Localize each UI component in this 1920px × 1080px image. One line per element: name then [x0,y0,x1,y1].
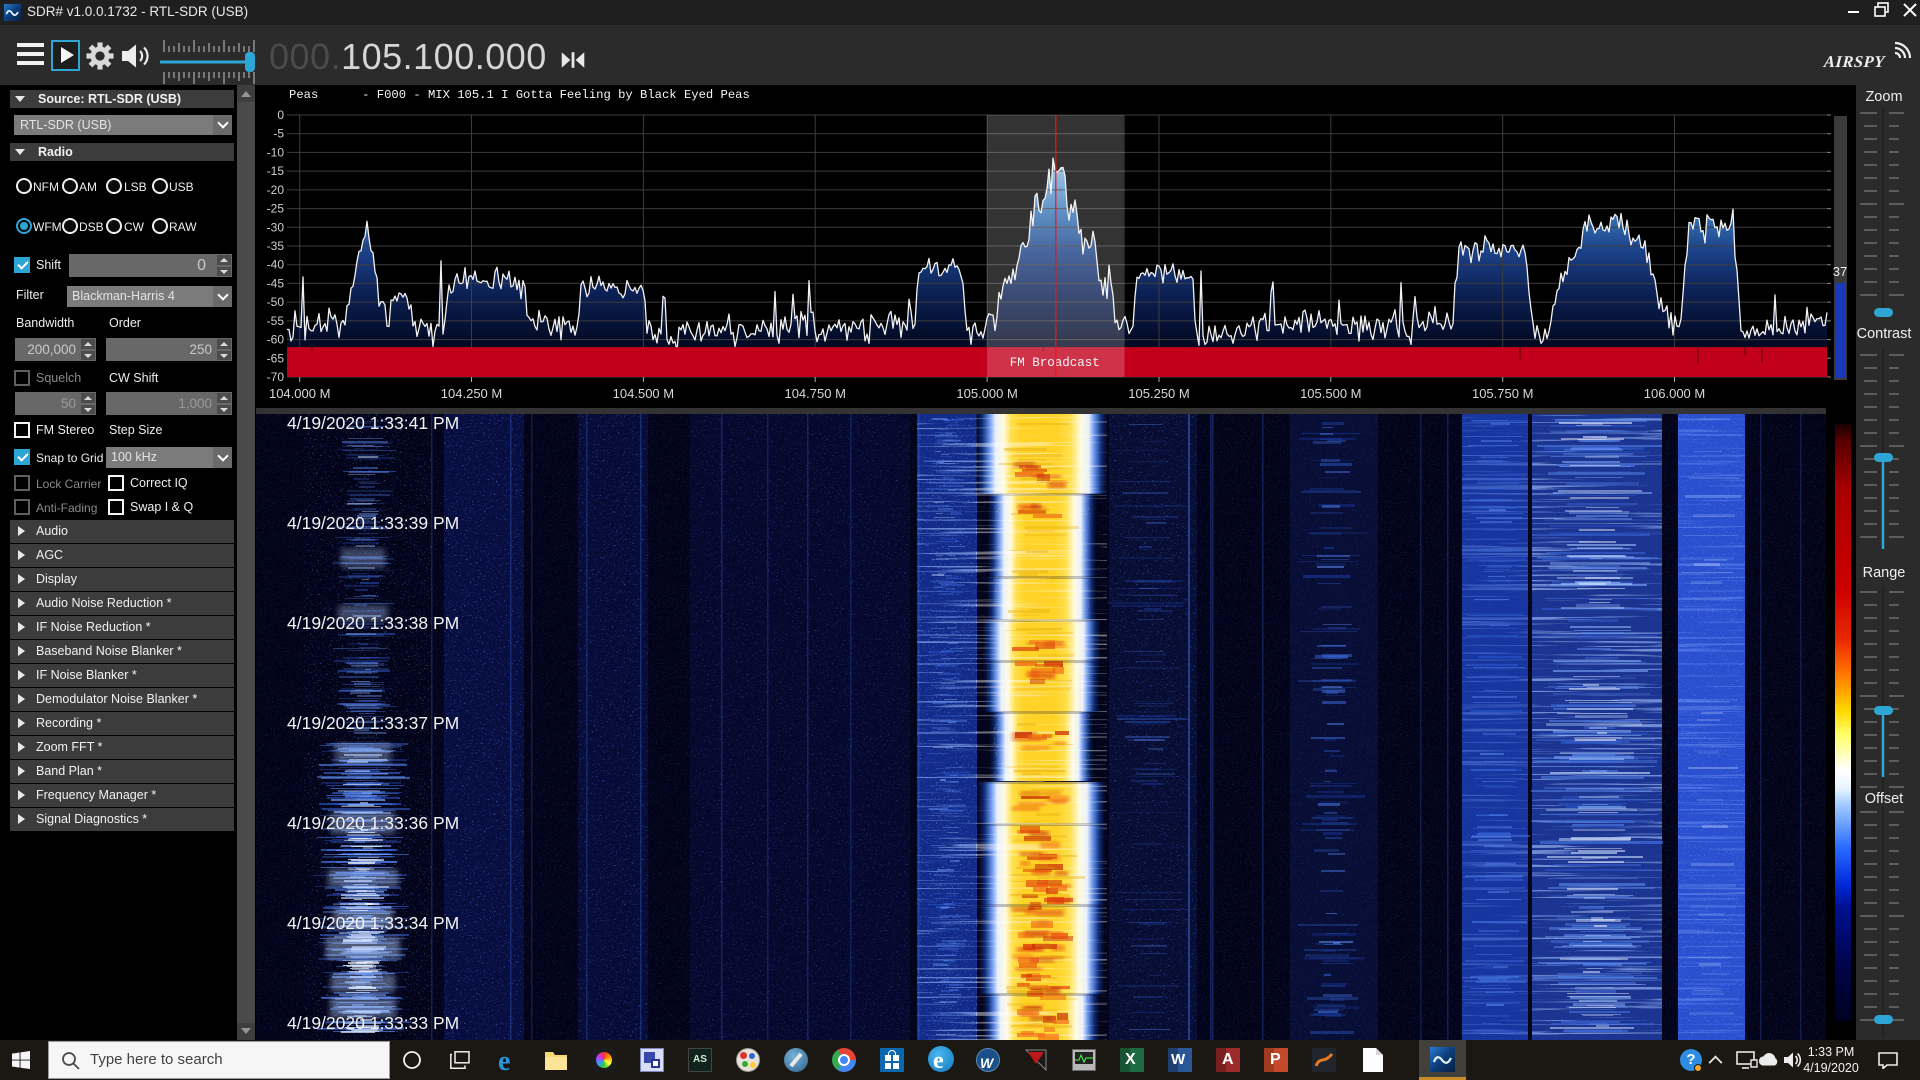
svg-text:106.000 M: 106.000 M [1644,386,1705,401]
svg-text:-55: -55 [267,314,285,328]
svg-text:-65: -65 [267,351,285,365]
svg-text:Offset: Offset [1865,791,1903,807]
svg-text:-35: -35 [267,239,285,253]
svg-text:105.500 M: 105.500 M [1300,386,1361,401]
svg-text:-5: -5 [273,127,284,141]
svg-text:104.250 M: 104.250 M [441,386,502,401]
svg-text:4/19/2020 1:33:34 PM: 4/19/2020 1:33:34 PM [287,913,459,933]
svg-text:-40: -40 [267,258,285,272]
svg-text:-15: -15 [267,164,285,178]
svg-text:Zoom: Zoom [1865,89,1902,105]
svg-text:-10: -10 [267,145,285,159]
svg-text:-50: -50 [267,295,285,309]
svg-text:104.500 M: 104.500 M [613,386,674,401]
svg-text:4/19/2020 1:33:37 PM: 4/19/2020 1:33:37 PM [287,713,459,733]
svg-text:104.000 M: 104.000 M [269,386,330,401]
svg-text:4/19/2020 1:33:33 PM: 4/19/2020 1:33:33 PM [287,1013,459,1033]
svg-text:104.750 M: 104.750 M [784,386,845,401]
svg-text:-30: -30 [267,220,285,234]
svg-text:105.250 M: 105.250 M [1128,386,1189,401]
svg-text:-20: -20 [267,183,285,197]
svg-text:0: 0 [277,108,284,122]
svg-text:105.750 M: 105.750 M [1472,386,1533,401]
svg-text:Contrast: Contrast [1857,326,1912,342]
svg-text:-70: -70 [267,370,285,384]
svg-text:-45: -45 [267,276,285,290]
svg-text:4/19/2020 1:33:38 PM: 4/19/2020 1:33:38 PM [287,613,459,633]
svg-text:4/19/2020 1:33:39 PM: 4/19/2020 1:33:39 PM [287,513,459,533]
svg-text:105.000 M: 105.000 M [956,386,1017,401]
svg-text:37: 37 [1833,264,1847,279]
svg-text:4/19/2020 1:33:36 PM: 4/19/2020 1:33:36 PM [287,813,459,833]
svg-text:-60: -60 [267,333,285,347]
svg-text:4/19/2020 1:33:41 PM: 4/19/2020 1:33:41 PM [287,413,459,433]
svg-text:-25: -25 [267,202,285,216]
svg-text:FM Broadcast: FM Broadcast [1010,356,1100,370]
svg-text:Range: Range [1863,565,1906,581]
svg-text:Peas - F000 - MIX 105.1 I: Peas - F000 - MIX 105.1 I Gotta Feeling … [289,88,750,102]
